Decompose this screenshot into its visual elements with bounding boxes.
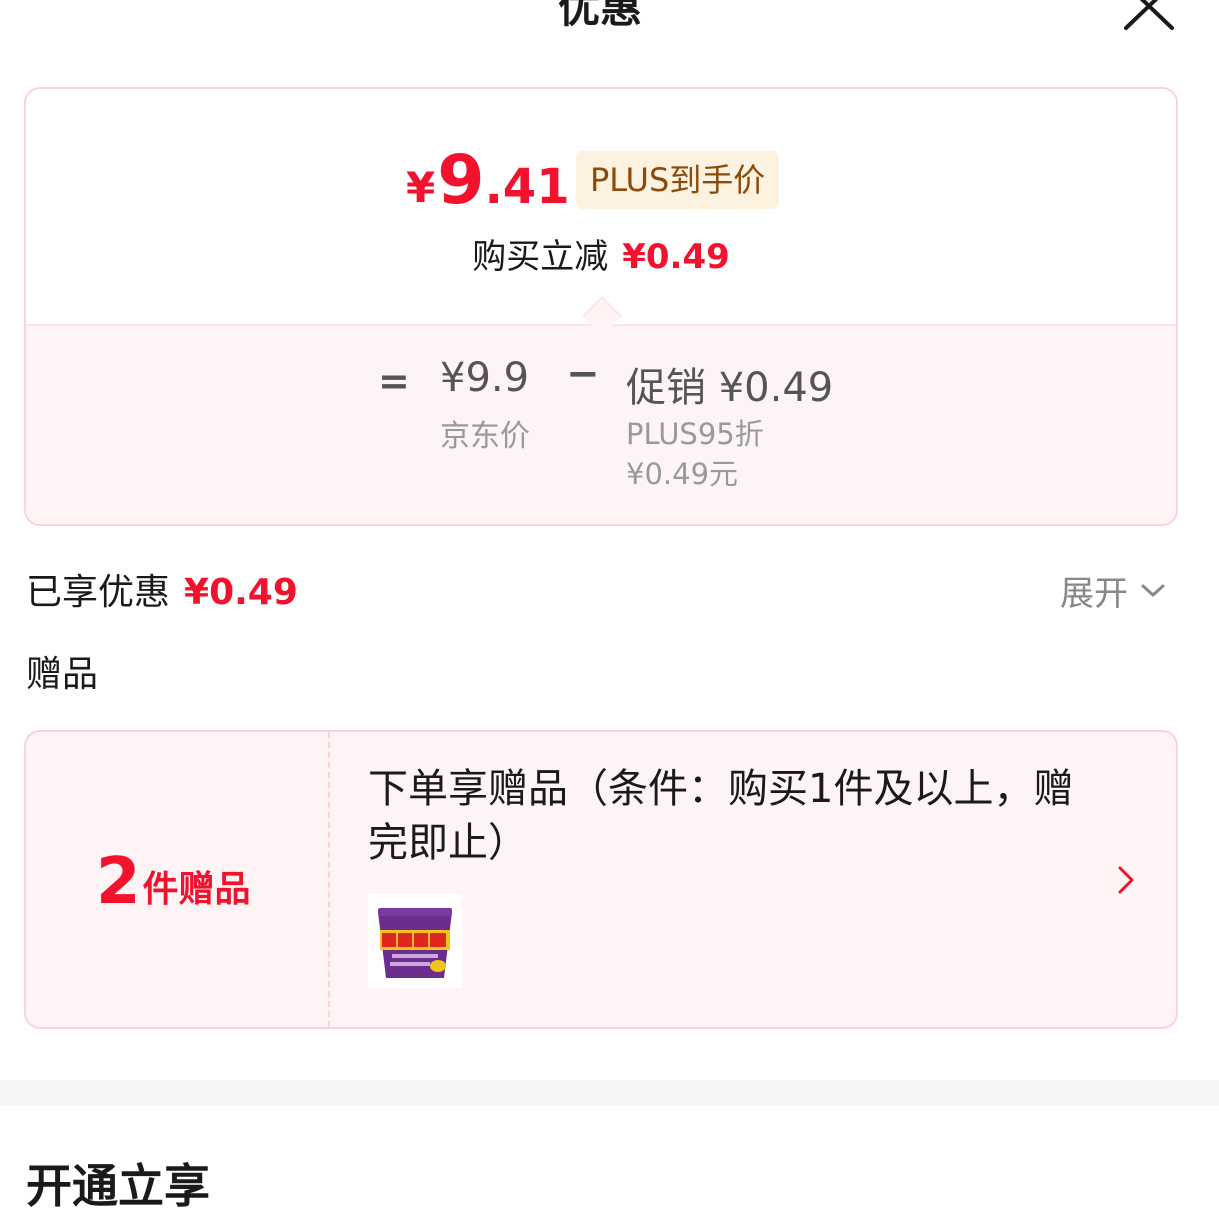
gift-count-number: 2 [96,845,141,919]
price-card: ¥ 9 .41 PLUS到手价 购买立减 ¥0.49 = ¥9.9 京东价 − 促… [24,87,1178,526]
enjoyed-discount: 已享优惠 ¥0.49 [26,563,298,615]
gift-count-panel: 2 件赠品 [26,732,330,1027]
currency-symbol: ¥ [406,163,436,212]
final-price: ¥ 9 .41 [406,147,570,215]
jd-price-value: ¥9.9 [440,355,530,401]
promo-detail-discount: PLUS95折 [626,417,764,451]
price-breakdown [26,324,1176,524]
reduce-label: 购买立减 [472,237,609,277]
plus-price-badge: PLUS到手价 [576,151,780,209]
close-icon[interactable] [1120,0,1180,34]
reduce-value: ¥0.49 [622,237,730,277]
gift-heading: 赠品 [26,654,99,695]
noodle-cup-image [368,894,462,988]
enjoyed-value: ¥0.49 [184,572,298,613]
expand-label: 展开 [1060,574,1128,614]
chevron-down-icon [1141,584,1165,596]
enjoyed-label: 已享优惠 [26,572,171,613]
chevron-right-icon [1118,866,1134,894]
expand-button[interactable]: 展开 [1060,566,1166,615]
gift-description: 下单享赠品（条件：购买1件及以上，赠完即止） [368,766,1074,866]
jd-price-label: 京东价 [440,419,530,454]
price-decimal: .41 [484,159,570,215]
gift-count-unit: 件赠品 [142,869,251,910]
price-integer: 9 [437,141,485,220]
promo-value: 促销 ¥0.49 [626,365,834,411]
section-divider [0,1080,1219,1106]
promo-detail-amount: ¥0.49元 [626,457,739,491]
equals-sign: = [378,359,410,403]
open-membership-heading: 开通立享 [26,1159,210,1213]
minus-sign: − [566,351,600,397]
page-title: 优惠 [557,0,642,32]
gift-card[interactable]: 2 件赠品 下单享赠品（条件：购买1件及以上，赠完即止） [24,730,1178,1029]
reduce-line: 购买立减 ¥0.49 [26,229,1176,278]
gift-count: 2 件赠品 [96,850,251,914]
